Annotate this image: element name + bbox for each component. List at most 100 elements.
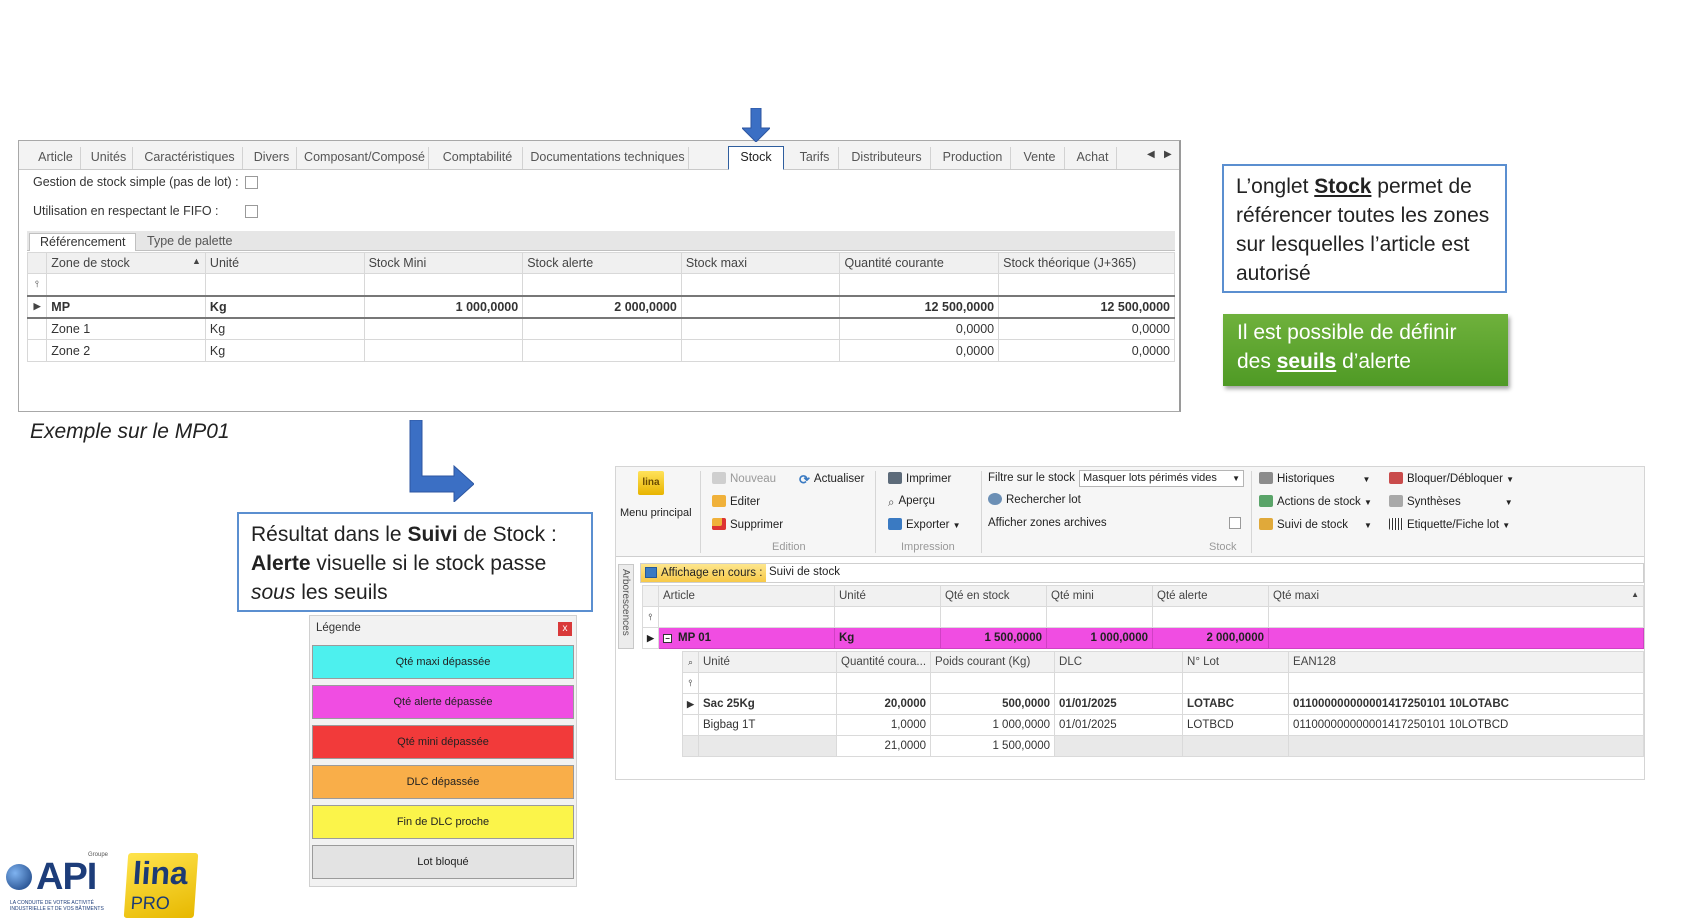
cell-courante[interactable]: 0,0000: [839, 317, 1000, 340]
tab-achat[interactable]: Achat: [1069, 147, 1117, 169]
tab-divers[interactable]: Divers: [247, 147, 297, 169]
zones-filter-row[interactable]: ⫯: [26, 273, 1175, 296]
cell-lot[interactable]: LOTBCD: [1182, 714, 1290, 736]
col-sub-poids[interactable]: Poids courant (Kg): [930, 651, 1056, 673]
cell-alerte[interactable]: 2 000,0000: [522, 294, 682, 319]
col-stock-alerte[interactable]: Stock alerte: [522, 252, 682, 274]
nouveau-button[interactable]: Nouveau: [712, 472, 776, 485]
legend-item-qte-maxi[interactable]: Qté maxi dépassée: [312, 645, 574, 679]
cell-qte-stock[interactable]: 1 500,0000: [940, 627, 1047, 649]
legend-item-dlc-depassee[interactable]: DLC dépassée: [312, 765, 574, 799]
cell-mini[interactable]: [363, 339, 524, 362]
legend-item-qte-alerte[interactable]: Qté alerte dépassée: [312, 685, 574, 719]
editer-button[interactable]: Editer: [712, 495, 760, 508]
table-row-alert[interactable]: ▶ − MP 01 Kg 1 500,0000 1 000,0000 2 000,…: [642, 627, 1644, 649]
arborescences-rail[interactable]: Arborescences: [618, 564, 634, 649]
cell-lot[interactable]: LOTABC: [1182, 693, 1290, 715]
rechercher-lot-button[interactable]: Rechercher lot: [988, 493, 1081, 506]
cell-maxi[interactable]: [680, 339, 841, 362]
stock-filter-select[interactable]: Masquer lots périmés vides ▼: [1079, 470, 1244, 487]
cell-zone[interactable]: Zone 2: [46, 339, 206, 362]
fifo-checkbox[interactable]: [245, 205, 258, 218]
col-qte-maxi[interactable]: Qté maxi ▲: [1268, 585, 1644, 607]
col-zone-stock[interactable]: Zone de stock ▲: [46, 252, 206, 274]
cell-alerte[interactable]: [522, 317, 682, 340]
cell-unite[interactable]: Bigbag 1T: [698, 714, 837, 736]
cell-courante[interactable]: 0,0000: [839, 339, 1000, 362]
cell-maxi[interactable]: [680, 294, 841, 319]
menu-principal-icon[interactable]: lina: [638, 471, 664, 495]
col-qte-mini[interactable]: Qté mini: [1046, 585, 1153, 607]
cell-alerte[interactable]: [522, 339, 682, 362]
etiquette-button[interactable]: Etiquette/Fiche lot ▼: [1389, 518, 1510, 531]
cell-poids[interactable]: 500,0000: [930, 693, 1056, 715]
col-unite[interactable]: Unité: [204, 252, 365, 274]
col-unite[interactable]: Unité: [834, 585, 941, 607]
tab-comptabilite[interactable]: Comptabilité: [433, 147, 523, 169]
actualiser-button[interactable]: ⟳ Actualiser: [799, 472, 864, 487]
tab-stock[interactable]: Stock: [728, 146, 784, 170]
table-row[interactable]: Bigbag 1T 1,0000 1 000,0000 01/01/2025 L…: [682, 714, 1644, 736]
cell-ean[interactable]: 011000000000001417250101 10LOTBCD: [1288, 714, 1644, 736]
row-expand-icon[interactable]: ▶: [642, 627, 659, 649]
collapse-icon[interactable]: −: [663, 634, 672, 643]
actions-stock-button[interactable]: Actions de stock ▼: [1259, 495, 1372, 508]
bloquer-button[interactable]: Bloquer/Débloquer ▼: [1389, 472, 1514, 485]
col-qte-stock[interactable]: Qté en stock: [940, 585, 1047, 607]
tab-scroll-left-icon[interactable]: ◀: [1147, 149, 1155, 160]
cell-theorique[interactable]: 0,0000: [998, 317, 1175, 340]
cell-ean[interactable]: 011000000000001417250101 10LOTABC: [1288, 693, 1644, 715]
imprimer-button[interactable]: Imprimer: [888, 472, 951, 485]
cell-unite[interactable]: Sac 25Kg: [698, 693, 837, 715]
subtab-type-palette[interactable]: Type de palette: [137, 233, 242, 251]
tab-article[interactable]: Article: [31, 147, 81, 169]
tab-distributeurs[interactable]: Distributeurs: [843, 147, 931, 169]
cell-maxi[interactable]: [680, 317, 841, 340]
tab-production[interactable]: Production: [935, 147, 1011, 169]
legend-item-lot-bloque[interactable]: Lot bloqué: [312, 845, 574, 879]
legend-item-fin-dlc[interactable]: Fin de DLC proche: [312, 805, 574, 839]
col-quantite-courante[interactable]: Quantité courante: [839, 252, 1000, 274]
close-icon[interactable]: x: [558, 622, 572, 636]
cell-qte-maxi[interactable]: [1268, 627, 1644, 649]
col-stock-theorique[interactable]: Stock théorique (J+365): [998, 252, 1175, 274]
col-sub-ean[interactable]: EAN128: [1288, 651, 1644, 673]
cell-mini[interactable]: 1 000,0000: [363, 294, 524, 319]
table-row[interactable]: Zone 1 Kg 0,0000 0,0000: [26, 317, 1175, 340]
syntheses-button[interactable]: Synthèses ▼: [1389, 495, 1513, 508]
tab-tarifs[interactable]: Tarifs: [791, 147, 839, 169]
table-row[interactable]: Zone 2 Kg 0,0000 0,0000: [26, 339, 1175, 362]
apercu-button[interactable]: ⌕ Aperçu: [888, 495, 935, 509]
afficher-archives-checkbox[interactable]: [1229, 517, 1241, 529]
cell-zone[interactable]: Zone 1: [46, 317, 206, 340]
cell-qte-alerte[interactable]: 2 000,0000: [1152, 627, 1269, 649]
cell-theorique[interactable]: 12 500,0000: [998, 294, 1175, 319]
table-row[interactable]: ▶ Sac 25Kg 20,0000 500,0000 01/01/2025 L…: [682, 693, 1644, 715]
col-sub-quantite[interactable]: Quantité coura...: [835, 651, 932, 673]
supprimer-button[interactable]: Supprimer: [712, 518, 783, 531]
cell-dlc[interactable]: 01/01/2025: [1054, 693, 1184, 715]
stock-filter-row[interactable]: ⫯: [642, 606, 1644, 628]
col-sub-unite[interactable]: Unité: [698, 651, 837, 673]
cell-quantite[interactable]: 20,0000: [835, 693, 932, 715]
exporter-button[interactable]: Exporter ▼: [888, 518, 961, 531]
tab-caracteristiques[interactable]: Caractéristiques: [137, 147, 243, 169]
historiques-button[interactable]: Historiques ▼: [1259, 472, 1370, 485]
legend-item-qte-mini[interactable]: Qté mini dépassée: [312, 725, 574, 759]
col-stock-maxi[interactable]: Stock maxi: [680, 252, 841, 274]
tab-unites[interactable]: Unités: [85, 147, 133, 169]
cell-dlc[interactable]: 01/01/2025: [1054, 714, 1184, 736]
tab-composant[interactable]: Composant/Composé: [301, 147, 429, 169]
col-qte-alerte[interactable]: Qté alerte: [1152, 585, 1269, 607]
cell-unite[interactable]: Kg: [204, 294, 365, 319]
cell-unite[interactable]: Kg: [204, 317, 365, 340]
cell-theorique[interactable]: 0,0000: [998, 339, 1175, 362]
simple-stock-checkbox[interactable]: [245, 176, 258, 189]
col-article[interactable]: Article: [658, 585, 835, 607]
table-row[interactable]: ▶ MP Kg 1 000,0000 2 000,0000 12 500,000…: [26, 294, 1175, 319]
cell-unite[interactable]: Kg: [834, 627, 941, 649]
col-stock-mini[interactable]: Stock Mini: [363, 252, 524, 274]
cell-unite[interactable]: Kg: [204, 339, 365, 362]
cell-courante[interactable]: 12 500,0000: [839, 294, 1000, 319]
col-sub-lot[interactable]: N° Lot: [1182, 651, 1290, 673]
